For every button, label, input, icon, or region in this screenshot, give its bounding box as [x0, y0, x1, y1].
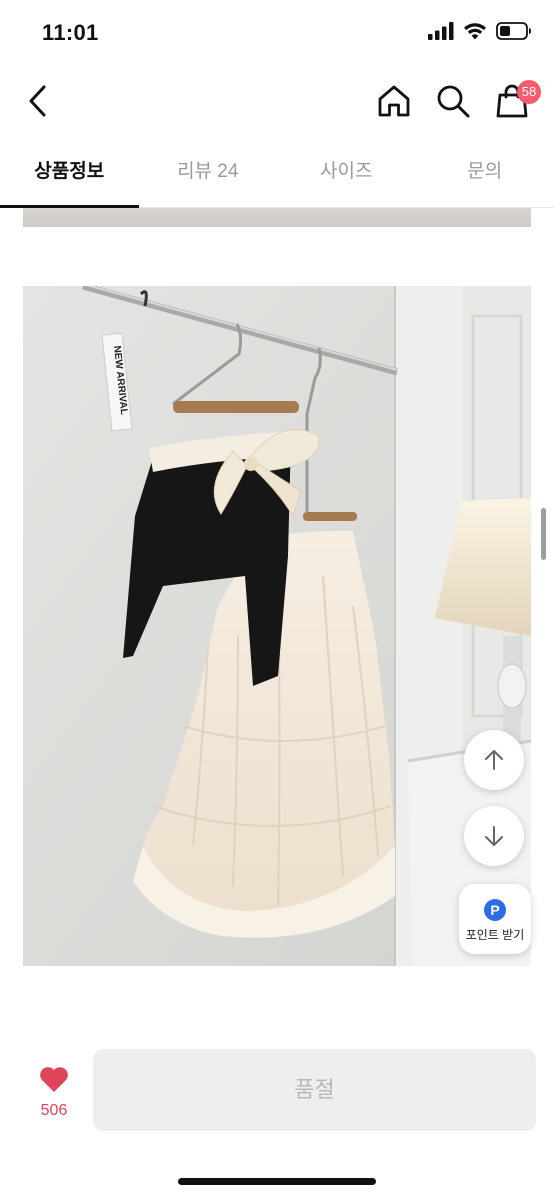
- arrow-down-icon: [485, 826, 503, 846]
- tab-bar: 상품정보 리뷰 24 사이즈 문의: [0, 138, 554, 208]
- cart-button[interactable]: 58: [490, 78, 541, 124]
- tab-reviews[interactable]: 리뷰 24: [139, 138, 278, 207]
- tab-inquiry[interactable]: 문의: [416, 138, 554, 207]
- like-count: 506: [40, 1102, 68, 1119]
- scroll-to-bottom-button[interactable]: [464, 806, 524, 866]
- home-icon: [378, 85, 410, 117]
- get-points-button[interactable]: P 포인트 받기: [459, 884, 531, 954]
- status-icons: [428, 22, 532, 40]
- get-points-label: 포인트 받기: [465, 928, 525, 942]
- home-button[interactable]: [372, 78, 416, 124]
- home-indicator: [178, 1178, 376, 1185]
- search-button[interactable]: [431, 78, 475, 124]
- product-photo: NEW ARRIVAL: [23, 286, 531, 966]
- scroll-to-top-button[interactable]: [464, 730, 524, 790]
- wifi-icon: [464, 23, 486, 40]
- scrollbar[interactable]: [541, 508, 546, 560]
- previous-photo-edge: [23, 208, 531, 227]
- header: 58: [0, 66, 554, 138]
- chevron-left-icon: [29, 85, 46, 117]
- product-photo-art: NEW ARRIVAL: [23, 286, 531, 966]
- like-button[interactable]: 506: [26, 1064, 82, 1126]
- tab-product-info[interactable]: 상품정보: [0, 138, 139, 208]
- point-icon: P: [484, 899, 506, 921]
- sold-out-button[interactable]: 품절: [93, 1049, 536, 1131]
- arrow-up-icon: [485, 750, 503, 770]
- battery-icon: [496, 22, 531, 40]
- bottom-action-bar: 506 품절: [0, 1020, 554, 1200]
- heart-icon: [40, 1067, 68, 1092]
- status-bar: 11:01: [0, 0, 554, 66]
- status-time: 11:01: [42, 20, 99, 45]
- cellular-signal-icon: [428, 22, 454, 40]
- back-button[interactable]: [18, 78, 58, 124]
- search-icon: [437, 85, 470, 118]
- cart-count-badge: 58: [517, 80, 541, 104]
- tab-size[interactable]: 사이즈: [277, 138, 416, 207]
